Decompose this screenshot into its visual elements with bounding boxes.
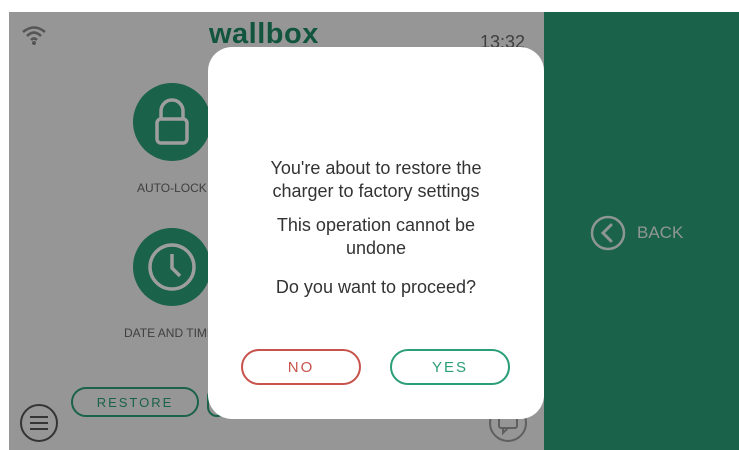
charger-screen: wallbox 13:32 AUTO-LOCK DATE AND TIME RE…: [9, 12, 739, 450]
dialog-message-question: Do you want to proceed?: [275, 277, 477, 297]
restore-confirm-dialog: You're about to restore the charger to f…: [208, 47, 544, 419]
yes-button[interactable]: YES: [390, 349, 510, 385]
dialog-message-restore-text: You're about to restore the charger to f…: [270, 158, 482, 201]
dialog-message-warning-text: This operation cannot be undone: [276, 215, 476, 258]
dialog-message-restore: You're about to restore the charger to f…: [208, 157, 544, 203]
no-button[interactable]: NO: [241, 349, 361, 385]
dialog-message-warning: This operation cannot be undone: [208, 214, 544, 260]
